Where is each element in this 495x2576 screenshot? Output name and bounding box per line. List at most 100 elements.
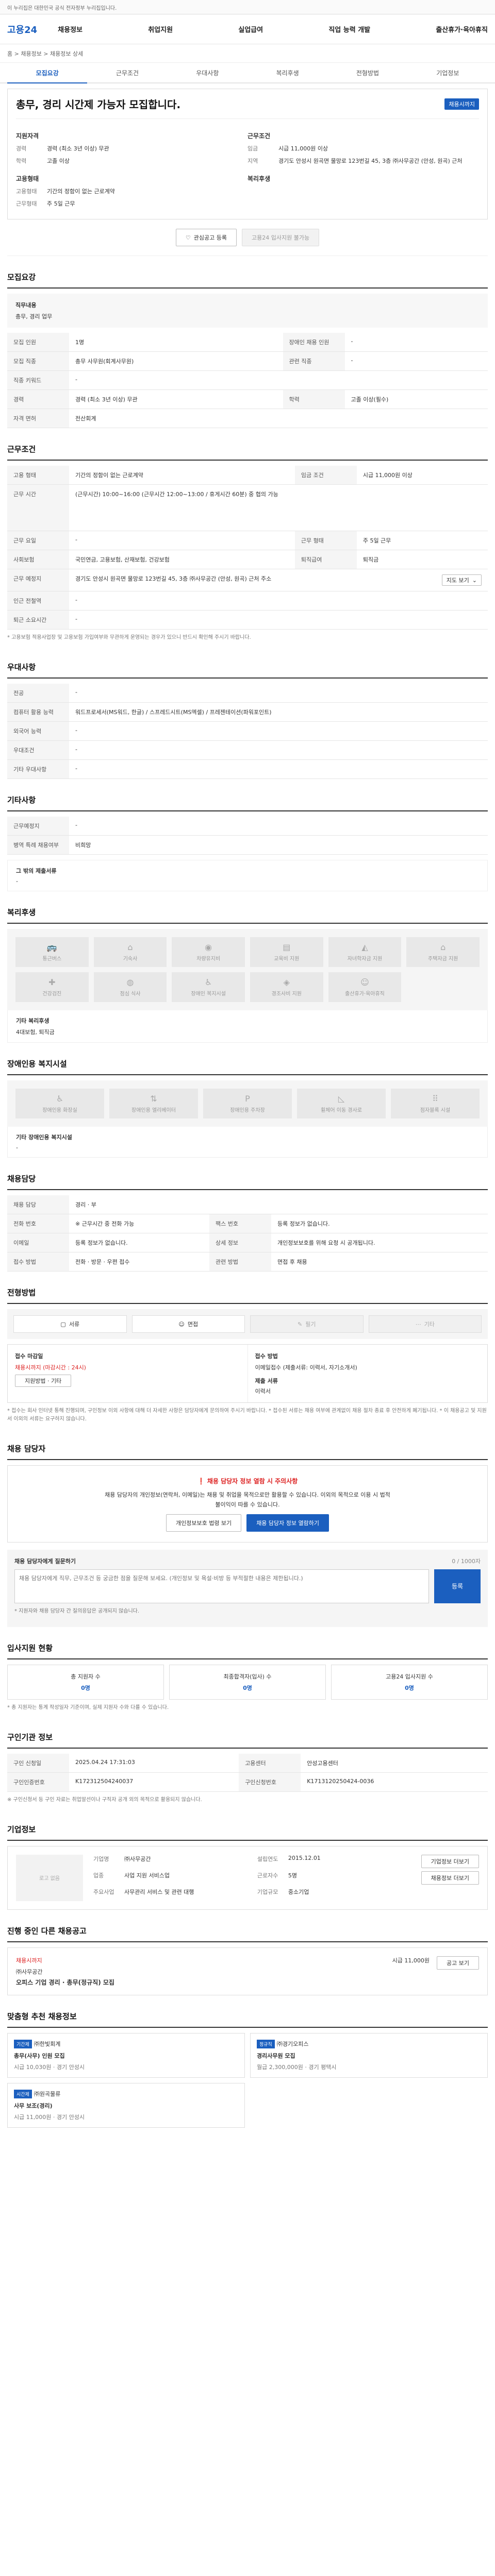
value: 안성고용센터 [301,1753,488,1773]
stat-hired: 최종합격자(입사) 수 0명 [169,1664,326,1700]
other-welfare-label: 기타 복리후생 [16,1018,50,1024]
tab-recruit[interactable]: 모집요강 [7,63,88,83]
apply-disabled-button[interactable]: 고용24 입사지원 불가능 [242,229,320,246]
welfare-item: ◉ 차량유지비 [172,937,245,967]
recommend-section: 맞춤형 추천 채용정보 기간제 ㈜한빛회계 총무(사무) 인원 모집 시급 10,… [7,2011,488,2128]
stat-label: 최종합격자(입사) 수 [223,1673,272,1680]
gift-icon: ◈ [283,977,290,987]
section-title: 채용 담당자 [7,1443,488,1460]
question-title: 채용 담당자에게 질문하기 [14,1557,76,1565]
doc-title: 제출 서류 [255,1378,278,1384]
welfare-label: 통근버스 [42,956,62,962]
value: 사무관리 서비스 및 관련 대행 [124,1888,194,1895]
map-button[interactable]: 지도 보기 ⌄ [441,574,482,586]
contact-warning-box: ❗ 채용 담당자 정보 열람 시 주의사항 채용 담당자의 개인정보(연락처, … [7,1465,488,1543]
facility-item: P 장애인용 주차장 [203,1089,292,1118]
label: 인근 전철역 [7,591,69,611]
contact-table: 채용 담당 경리 · 부 전화 번호 ※ 근무시간 중 전화 가능 팩스 번호 등록 정… [7,1195,488,1272]
tab-preference[interactable]: 우대사항 [168,63,248,82]
jobs-more-button[interactable]: 채용정보 더보기 [421,1871,479,1885]
stat-value: 0명 [405,1684,414,1691]
question-count: 0 / 1000자 [452,1557,481,1565]
label: 병역 특례 채용여부 [7,835,69,855]
other-job-card[interactable]: 채용시까지 ㈜사무공간 오피스 기업 경리 · 총무(정규직) 모집 시급 11… [7,1947,488,1995]
stats-note: * 총 지원자는 통계 작성일자 기준이며, 실제 지원자 수와 다를 수 있습… [7,1704,169,1710]
label: 업종 [93,1872,104,1879]
label: 경력 [16,145,27,152]
apply-title: 접수 마감일 [15,1353,43,1360]
section-title: 장애인용 복지시설 [7,1058,488,1075]
value: 사업 지원 서비스업 [124,1872,170,1879]
welfare-label: 교육비 지원 [274,956,300,962]
gnb-jobs[interactable]: 채용정보 [58,24,82,34]
stat-value: 0명 [243,1684,252,1691]
interest-button[interactable]: ♡ 관심공고 등록 [175,229,237,246]
facility-item: ◺ 휠체어 이동 경사로 [297,1089,386,1118]
label: 구인신청번호 [239,1772,301,1792]
label: 고용센터 [239,1753,301,1773]
gnb-leave[interactable]: 출산휴가·육아휴직 [436,24,488,34]
company-more-button[interactable]: 기업정보 더보기 [421,1854,479,1868]
stat-label: 고용24 입사지원 수 [386,1673,433,1680]
value: 면접 후 채용 [271,1252,488,1272]
stats-section: 입사지원 현황 총 지원자 수 0명 최종합격자(입사) 수 0명 고용24 입사지… [7,1642,488,1716]
section-title: 기업정보 [7,1824,488,1841]
value: - [69,759,488,779]
label: 근무 요일 [7,531,69,550]
section-title: 진행 중인 다른 채용공고 [7,1925,488,1942]
gnb-support[interactable]: 취업지원 [148,24,173,34]
value: 경기도 안성시 원곡면 물망로 123번길 45, 3층 ㈜사무공간 (안성, … [278,158,463,164]
apply-method-button[interactable]: 지원방법 · 기타 [15,1375,72,1387]
tab-company[interactable]: 기업정보 [408,63,488,82]
section-title: 입사지원 현황 [7,1642,488,1659]
value: 워드프로세서(MS워드, 한글) / 스프레드시트(MS엑셀) / 프레젠테이션… [69,702,488,722]
value: 경기도 안성시 원곡면 물망로 123번길 45, 3층 ㈜사무공간 (안성, … [75,575,272,582]
other-view-button[interactable]: 공고 보기 [437,1956,479,1970]
cap-icon: ◭ [361,942,368,952]
step-label: 면접 [187,1321,199,1328]
value: - [69,610,488,630]
toilet-icon: ♿ [56,1094,64,1104]
gnb-training[interactable]: 직업 능력 개발 [328,24,370,34]
value: K1713120250424-0036 [301,1772,488,1792]
value: ※ 근무시간 중 전화 가능 [69,1214,209,1233]
value: 등록 정보가 없습니다. [271,1214,488,1233]
label: 근무형태 [16,200,37,207]
site-logo[interactable]: 고용24 [7,23,37,36]
gnb-benefit[interactable]: 실업급여 [238,24,263,34]
question-input[interactable] [14,1569,429,1603]
value: 주 5일 근무 [47,200,75,207]
view-contact-button[interactable]: 채용 담당자 정보 열람하기 [246,1514,329,1532]
value: 고졸 이상 [47,158,70,164]
label: 모집 인원 [7,333,69,352]
welfare-item: ⌂ 주택자금 지원 [406,937,480,967]
value: K172312504240037 [69,1772,239,1792]
condition-section: 근무조건 고용 형태 기간의 정함이 없는 근로계약 임금 조건 시급 11,000원… [7,444,488,646]
welfare-item: ⌂ 기숙사 [93,937,167,967]
type-head: 고용형태 [16,175,39,182]
preference-section: 우대사항 전공 - 컴퓨터 활용 능력 워드프로세서(MS워드, 한글) / 스프레… [7,662,488,779]
value: - [69,531,295,550]
rec-card[interactable]: 시간제 ㈜원곡물류 사무 보조(경리) 시급 11,000원 · 경기 안성시 [7,2082,245,2128]
privacy-law-button[interactable]: 개인정보보호 법령 보기 [166,1514,242,1532]
label: 임금 [248,145,258,152]
section-title: 구인기관 정보 [7,1732,488,1749]
value: 시급 11,000원 이상 [278,145,328,152]
value: - [69,684,488,703]
rec-card[interactable]: 기간제 ㈜한빛회계 총무(사무) 인원 모집 시급 10,030원 · 경기 안성… [7,2032,245,2078]
value: - [344,351,488,371]
apply-method-label: 지원방법 · 기타 [25,1378,62,1384]
value: 기간의 정함이 없는 근로계약 [47,188,115,195]
question-submit-button[interactable]: 등록 [434,1569,481,1603]
tab-welfare[interactable]: 복리후생 [248,63,327,82]
process-steps: ▢ 서류 ☺ 면접 ✎ 필기 ⋯ 기타 [7,1309,488,1339]
tab-process[interactable]: 전형방법 [327,63,407,82]
tab-conditions[interactable]: 근무조건 [87,63,167,82]
rec-card[interactable]: 정규직 ㈜경기오피스 경리사무원 모집 월급 2,300,000원 · 경기 평택… [250,2032,488,2078]
label: 지역 [248,158,258,164]
label: 경력 [7,389,69,409]
value: 전화 · 방문 · 우편 접수 [69,1252,209,1272]
welfare-label: 자녀학자금 지원 [347,956,383,962]
rec-company: ㈜한빛회계 [34,2040,61,2047]
cond-head: 근무조건 [248,132,271,140]
